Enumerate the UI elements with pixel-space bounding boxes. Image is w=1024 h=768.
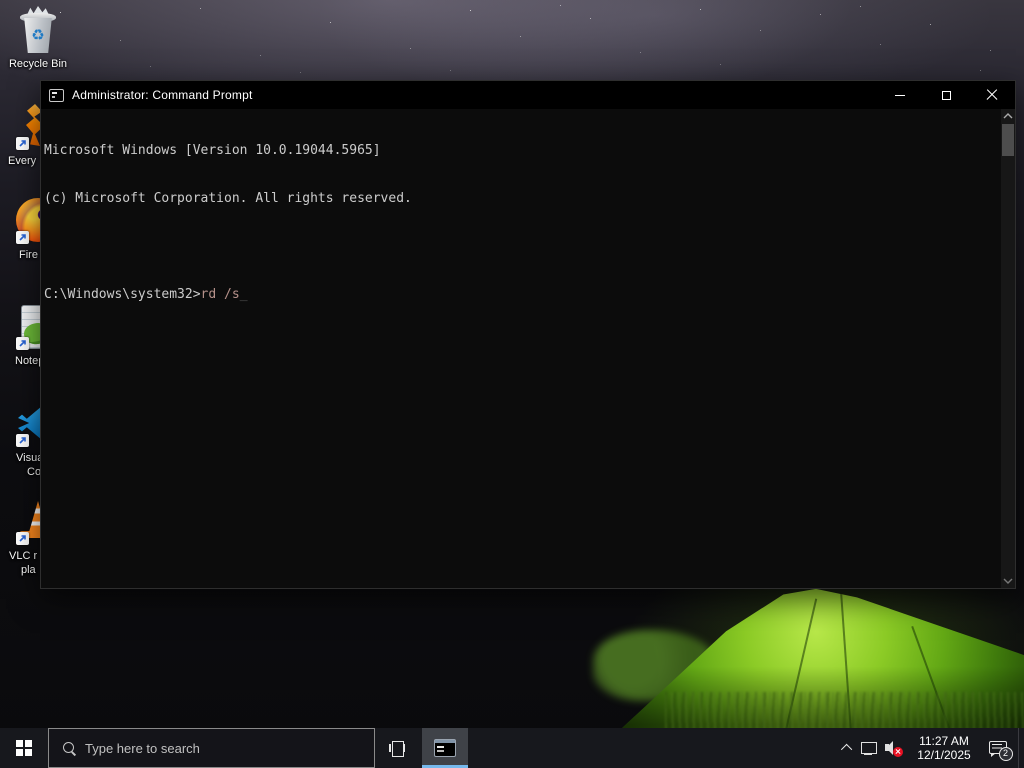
shortcut-arrow-icon — [16, 231, 29, 244]
search-input[interactable] — [85, 741, 374, 756]
volume-muted-icon — [885, 741, 903, 755]
volume-tray-button[interactable] — [881, 728, 907, 768]
chevron-up-icon — [841, 744, 852, 755]
console-line: (c) Microsoft Corporation. All rights re… — [44, 191, 999, 207]
console-scrollbar[interactable] — [1001, 109, 1015, 588]
close-button[interactable] — [969, 81, 1015, 109]
minimize-button[interactable] — [877, 81, 923, 109]
taskbar-search[interactable] — [48, 728, 375, 768]
maximize-button[interactable] — [923, 81, 969, 109]
console-prompt-line: C:\Windows\system32>rd /s_ — [44, 287, 999, 303]
wallpaper-tent-image — [575, 583, 1024, 730]
recycle-symbol-icon: ♻ — [31, 28, 44, 43]
cmd-window: Administrator: Command Prompt Microsoft … — [40, 80, 1016, 589]
console-prompt: C:\Windows\system32> — [44, 287, 201, 302]
notification-badge: 2 — [999, 747, 1013, 761]
desktop-icon-recycle-bin[interactable]: ♻ Recycle Bin — [0, 5, 76, 71]
console-line-blank — [44, 239, 999, 255]
scrollbar-thumb[interactable] — [1002, 124, 1014, 156]
shortcut-arrow-icon — [16, 532, 29, 545]
minimize-icon — [895, 95, 905, 96]
network-icon — [861, 742, 877, 755]
clock-date: 12/1/2025 — [917, 748, 970, 762]
shortcut-arrow-icon — [16, 137, 29, 150]
task-view-icon — [389, 741, 405, 755]
window-title: Administrator: Command Prompt — [72, 88, 253, 102]
cmd-titlebar[interactable]: Administrator: Command Prompt — [41, 81, 1015, 109]
network-tray-button[interactable] — [858, 728, 880, 768]
taskbar: 11:27 AM 12/1/2025 2 — [0, 728, 1024, 768]
taskbar-clock[interactable]: 11:27 AM 12/1/2025 — [908, 728, 980, 768]
recycle-bin-icon: ♻ — [23, 18, 53, 53]
scroll-down-icon[interactable] — [1001, 574, 1015, 588]
windows-logo-icon — [16, 740, 32, 756]
wallpaper-stars — [0, 0, 1, 1]
shortcut-arrow-icon — [16, 434, 29, 447]
console-output[interactable]: Microsoft Windows [Version 10.0.19044.59… — [41, 109, 1015, 588]
cmd-icon — [49, 89, 64, 102]
hidden-icons-button[interactable] — [838, 728, 858, 768]
console-line: Microsoft Windows [Version 10.0.19044.59… — [44, 143, 999, 159]
speaker-icon — [885, 744, 889, 751]
close-icon — [986, 89, 998, 101]
search-icon — [63, 742, 76, 755]
tent-grass — [665, 692, 1024, 730]
scroll-up-icon[interactable] — [1001, 109, 1015, 123]
clock-time: 11:27 AM — [919, 734, 969, 748]
start-button[interactable] — [0, 728, 48, 768]
show-desktop-button[interactable] — [1018, 728, 1024, 768]
task-view-button[interactable] — [375, 728, 419, 768]
shortcut-arrow-icon — [16, 337, 29, 350]
typed-command: rd /s — [201, 287, 240, 302]
window-controls — [877, 81, 1015, 109]
action-center-icon: 2 — [989, 741, 1008, 756]
maximize-icon — [942, 91, 951, 100]
cmd-taskbar-icon — [434, 739, 456, 757]
action-center-button[interactable]: 2 — [980, 728, 1016, 768]
taskbar-cmd-button[interactable] — [422, 728, 468, 768]
console-cursor: _ — [240, 287, 248, 302]
mute-x-icon — [893, 747, 903, 757]
icon-label: Recycle Bin — [0, 57, 76, 71]
